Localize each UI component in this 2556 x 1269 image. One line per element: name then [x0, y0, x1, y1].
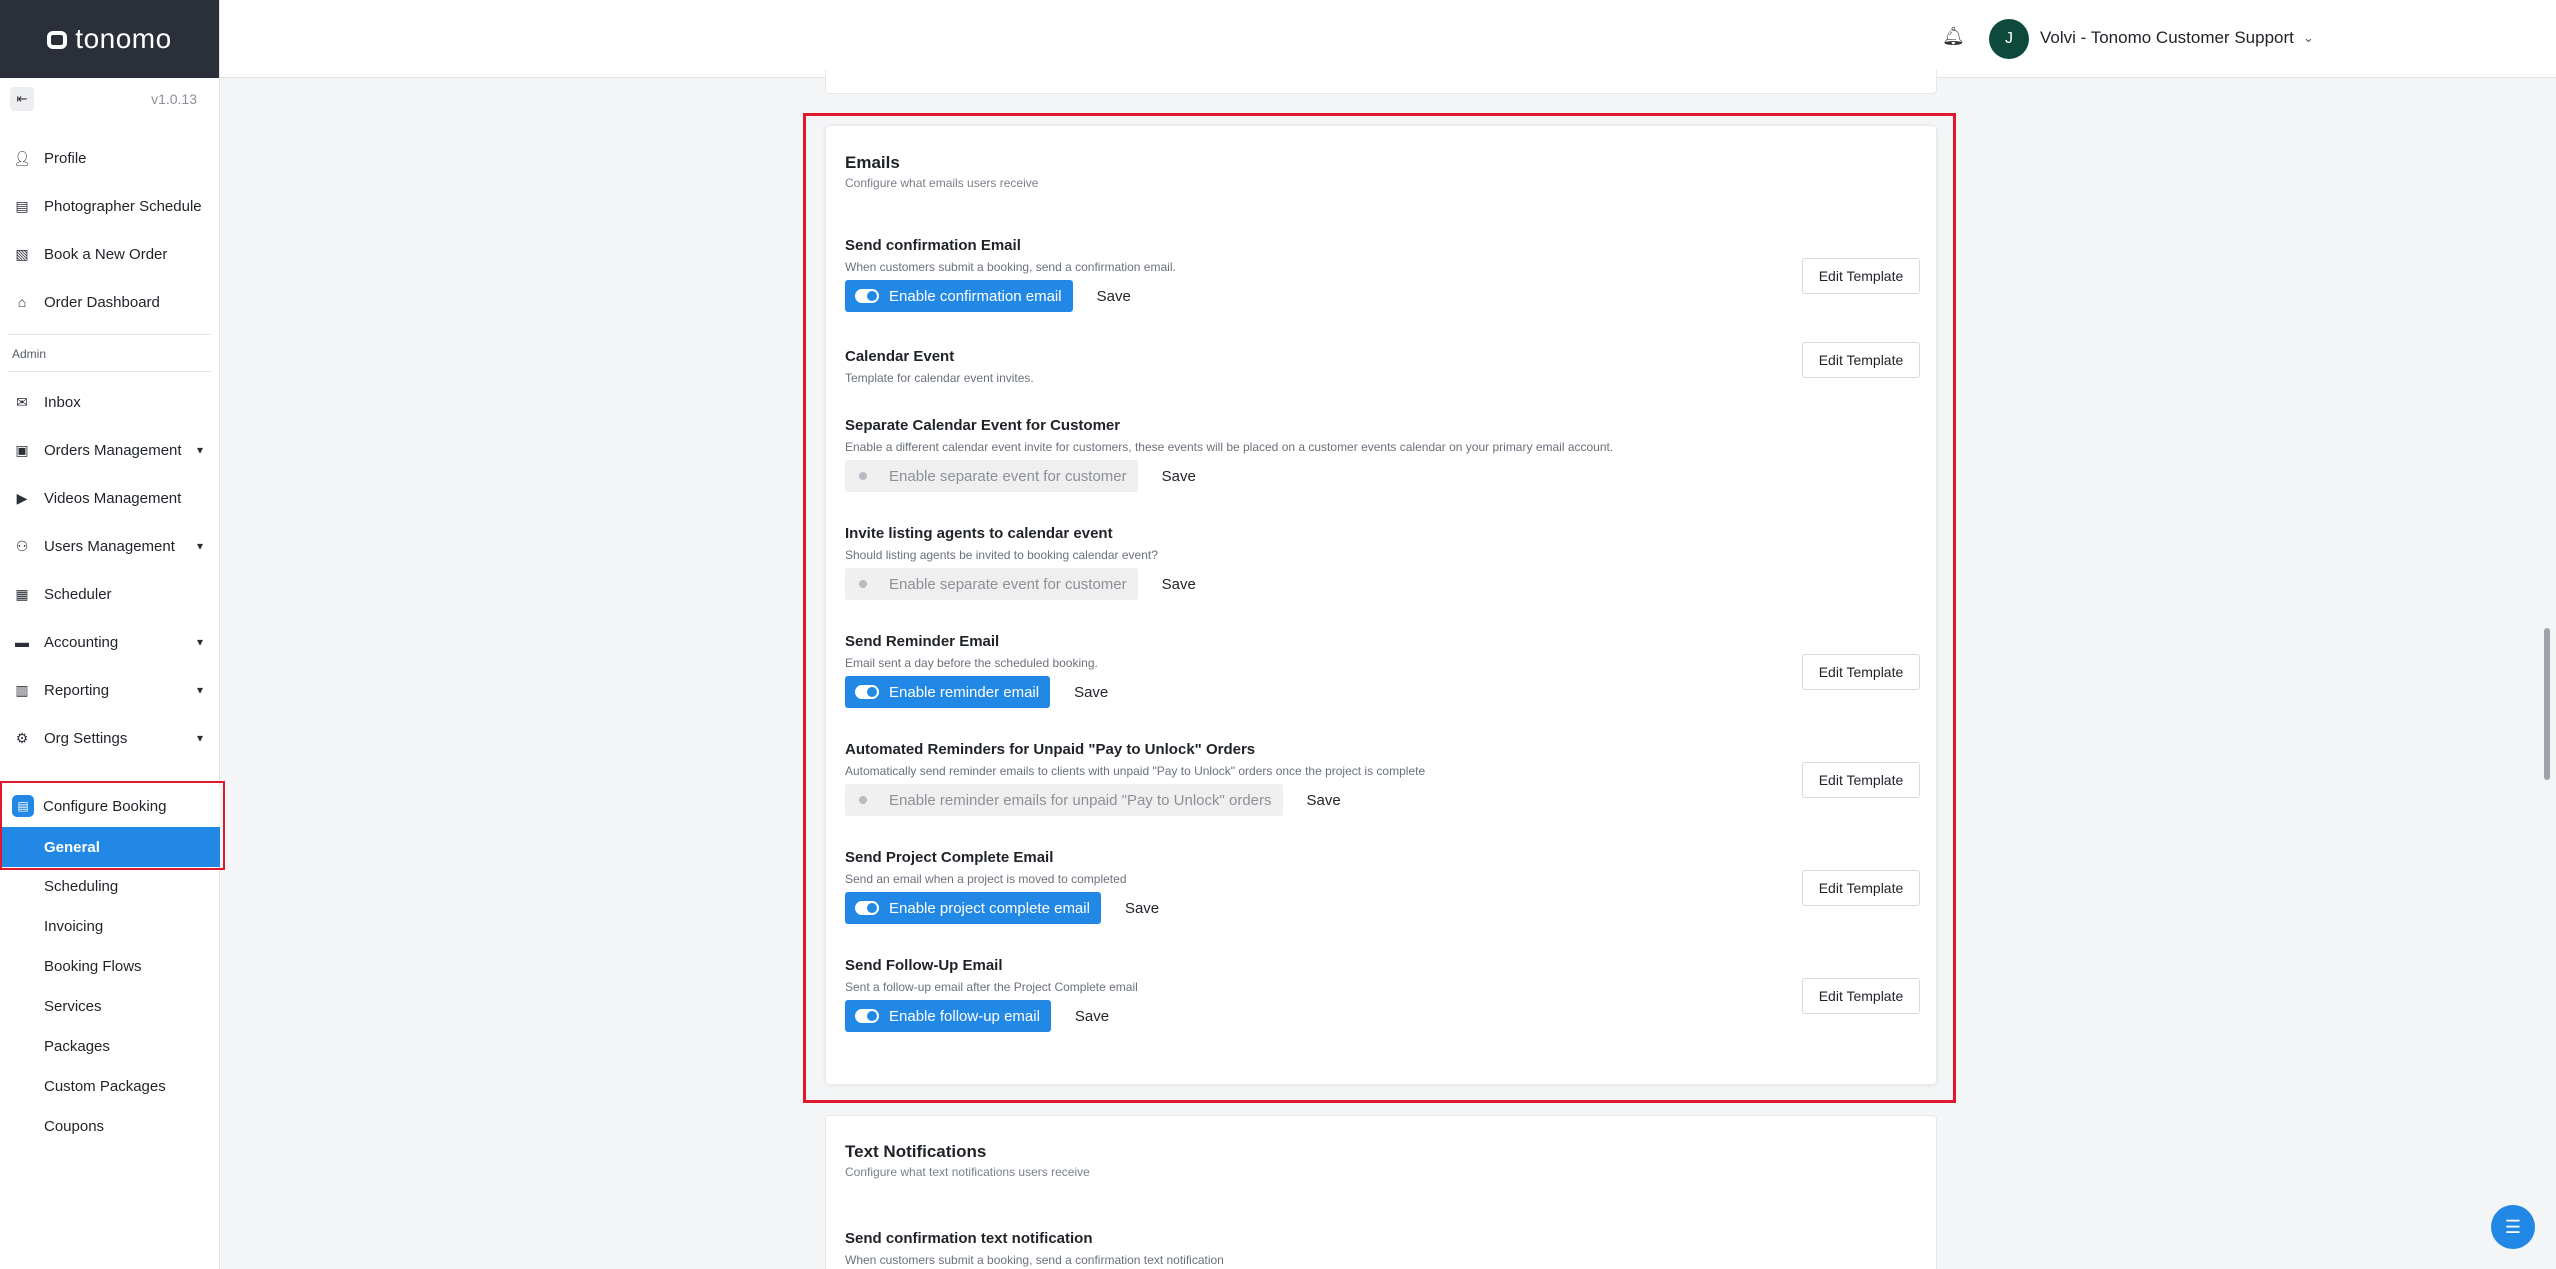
sidebar-item-label: Org Settings	[44, 729, 128, 747]
chevron-down-icon[interactable]: ⌄	[2303, 30, 2314, 46]
brand-name: tonomo	[75, 23, 172, 54]
sidebar-item-scheduler[interactable]: ▦ Scheduler	[0, 570, 219, 618]
chevron-down-icon[interactable]: ▾	[191, 729, 209, 747]
sidebar-item-label: Reporting	[44, 681, 110, 699]
highlight-box-emails	[803, 113, 1956, 1103]
sidebar-item-accounting[interactable]: ▬ Accounting ▾	[0, 618, 219, 666]
logo[interactable]: tonomo	[0, 0, 219, 78]
sidebar-item-profile[interactable]: 👤︎ Profile	[0, 134, 219, 182]
avatar[interactable]: J	[1989, 19, 2029, 59]
sidebar-item-videos-management[interactable]: ▶ Videos Management	[0, 474, 219, 522]
divider	[8, 371, 211, 372]
sidebar-item-label: Profile	[44, 149, 87, 167]
report-icon: ▥	[15, 681, 29, 698]
sidebar-item-order-dashboard[interactable]: ⌂ Order Dashboard	[0, 278, 219, 326]
sidebar-subitem-custom-packages[interactable]: Custom Packages	[0, 1066, 220, 1106]
bell-icon[interactable]: 🔔︎	[1942, 26, 1965, 48]
sidebar-item-label: Scheduler	[44, 585, 112, 603]
sidebar-item-orders-management[interactable]: ▣ Orders Management ▾	[0, 426, 219, 474]
chevron-down-icon[interactable]: ▾	[191, 537, 209, 555]
chevron-down-icon[interactable]: ▾	[191, 681, 209, 699]
configure-booking-subnav: Scheduling Invoicing Booking Flows Servi…	[0, 866, 220, 1146]
chat-support-icon[interactable]: ☰	[2491, 1205, 2535, 1249]
home-icon: ⌂	[17, 294, 27, 310]
person-icon: 👤︎	[13, 149, 31, 166]
sidebar-subitem-invoicing[interactable]: Invoicing	[0, 906, 220, 946]
mail-icon: ✉	[16, 393, 28, 410]
setting-title: Send confirmation text notification	[845, 1230, 1093, 1247]
main-nav: 👤︎ Profile ▤ Photographer Schedule ▧ Boo…	[0, 120, 219, 326]
admin-section-label: Admin	[12, 347, 47, 361]
sidebar-item-label: Order Dashboard	[44, 293, 160, 311]
schedule-icon: ▤	[15, 197, 29, 214]
sidebar-subitem-coupons[interactable]: Coupons	[0, 1106, 220, 1146]
sidebar-item-label: Inbox	[44, 393, 81, 411]
sidebar-subitem-booking-flows[interactable]: Booking Flows	[0, 946, 220, 986]
collapse-sidebar-icon[interactable]: ⇤	[10, 87, 34, 111]
sidebar-item-label: Videos Management	[44, 489, 182, 507]
previous-card	[825, 70, 1937, 94]
sidebar-subitem-services[interactable]: Services	[0, 986, 220, 1026]
text-notifications-title: Text Notifications	[845, 1142, 987, 1161]
sidebar-item-label: Users Management	[44, 537, 175, 555]
sidebar-subitem-packages[interactable]: Packages	[0, 1026, 220, 1066]
sidebar-subitem-scheduling[interactable]: Scheduling	[0, 866, 220, 906]
orders-icon: ▣	[15, 441, 29, 458]
users-icon: ⚇	[15, 537, 29, 554]
app-version: v1.0.13	[151, 91, 197, 107]
video-icon: ▶	[16, 489, 28, 506]
sidebar-item-users-management[interactable]: ⚇ Users Management ▾	[0, 522, 219, 570]
gear-icon: ⚙	[15, 729, 29, 746]
text-notifications-card: Text Notifications Configure what text n…	[825, 1115, 1937, 1269]
chevron-down-icon[interactable]: ▾	[191, 633, 209, 651]
wallet-icon: ▬	[15, 634, 29, 650]
book-icon: ▧	[15, 245, 29, 262]
sidebar-item-inbox[interactable]: ✉ Inbox	[0, 378, 219, 426]
calendar-icon: ▦	[15, 585, 29, 602]
version-row: ⇤ v1.0.13	[0, 78, 219, 120]
sidebar-item-label: Book a New Order	[44, 245, 168, 263]
setting-description: When customers submit a booking, send a …	[845, 1253, 1224, 1267]
sidebar-item-photographer-schedule[interactable]: ▤ Photographer Schedule	[0, 182, 219, 230]
logo-mark-icon	[47, 31, 68, 49]
text-notifications-subtitle: Configure what text notifications users …	[845, 1165, 1090, 1179]
user-name[interactable]: Volvi - Tonomo Customer Support	[2040, 28, 2294, 48]
sidebar-item-label: Photographer Schedule	[44, 197, 202, 215]
sidebar-item-label: Accounting	[44, 633, 119, 651]
text-setting-confirmation: Send confirmation text notification When…	[845, 1230, 1920, 1267]
highlight-box-sidebar	[0, 781, 225, 870]
sidebar-item-org-settings[interactable]: ⚙ Org Settings ▾	[0, 714, 219, 762]
sidebar-item-reporting[interactable]: ▥ Reporting ▾	[0, 666, 219, 714]
scrollbar[interactable]	[2544, 628, 2550, 780]
chevron-down-icon[interactable]: ▾	[191, 441, 209, 459]
sidebar-item-label: Orders Management	[44, 441, 182, 459]
sidebar-item-book-new-order[interactable]: ▧ Book a New Order	[0, 230, 219, 278]
